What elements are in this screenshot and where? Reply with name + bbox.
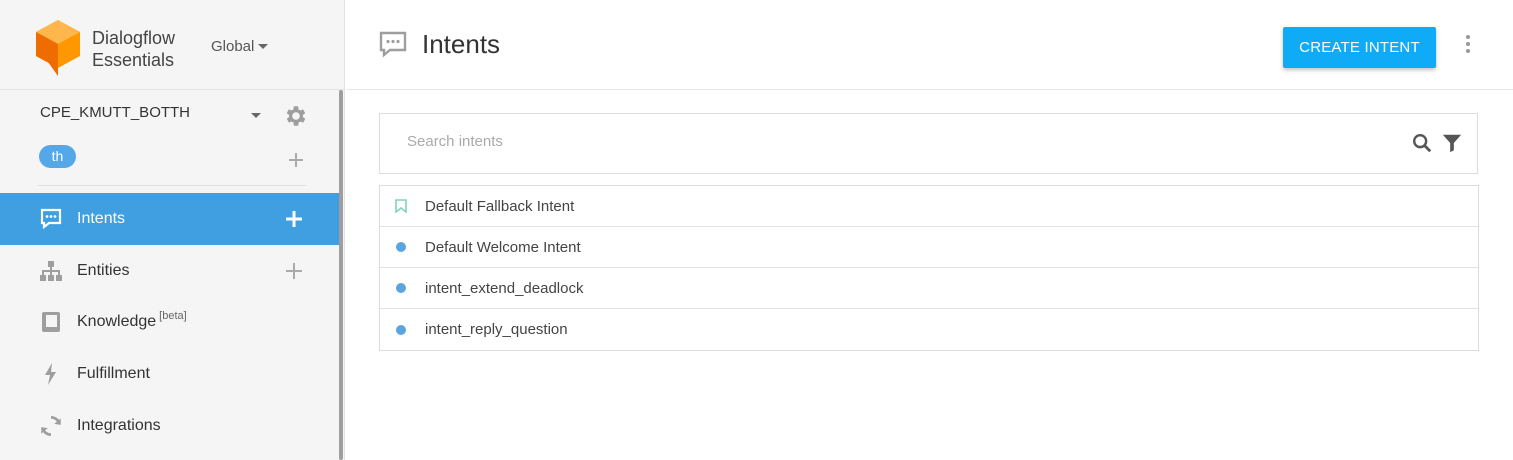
sync-icon: [38, 413, 64, 439]
book-icon: [38, 309, 64, 335]
sidebar-item-label: Knowledge: [77, 313, 157, 330]
beta-tag: [beta]: [159, 310, 187, 322]
chat-icon: [379, 31, 407, 58]
brand-name-line2: Essentials: [92, 50, 175, 70]
gear-icon[interactable]: [283, 103, 309, 129]
chat-icon: [38, 206, 64, 232]
search-input[interactable]: [407, 133, 1307, 150]
brand-header: Dialogflow Essentials Global: [0, 0, 344, 90]
sidebar-item-entities[interactable]: Entities: [0, 245, 339, 297]
sidebar-item-fulfillment[interactable]: Fulfillment: [0, 348, 339, 400]
intent-name[interactable]: Default Welcome Intent: [425, 239, 581, 256]
chevron-down-icon: [258, 44, 269, 49]
add-intent-plus-icon[interactable]: [284, 209, 304, 229]
sidebar-item-label: Entities: [77, 262, 130, 279]
language-badge[interactable]: th: [39, 145, 76, 168]
region-label: Global: [211, 38, 255, 55]
dialogflow-logo-icon[interactable]: [36, 20, 80, 76]
intent-name[interactable]: Default Fallback Intent: [425, 198, 574, 215]
intent-row[interactable]: Default Fallback Intent: [380, 186, 1478, 227]
intent-name[interactable]: intent_reply_question: [425, 321, 568, 338]
filter-icon[interactable]: [1441, 132, 1463, 154]
more-vert-icon[interactable]: [1463, 35, 1473, 55]
sidebar-item-integrations[interactable]: Integrations: [0, 400, 339, 452]
brand-name[interactable]: Dialogflow Essentials: [92, 27, 175, 71]
brand-name-line1: Dialogflow: [92, 28, 176, 48]
intent-row[interactable]: intent_reply_question: [380, 309, 1478, 350]
intent-dot-icon: [395, 323, 407, 337]
add-language-plus-icon[interactable]: [286, 150, 306, 170]
page-header: Intents CREATE INTENT: [346, 0, 1513, 90]
agent-name[interactable]: CPE_KMUTT_BOTTH: [40, 104, 190, 121]
hierarchy-icon: [38, 258, 64, 284]
sidebar: Dialogflow Essentials Global CPE_KMUTT_B…: [0, 0, 345, 460]
lightning-icon: [38, 361, 64, 387]
region-selector[interactable]: Global: [211, 38, 269, 55]
intent-row[interactable]: intent_extend_deadlock: [380, 268, 1478, 309]
intent-row[interactable]: Default Welcome Intent: [380, 227, 1478, 268]
sidebar-item-label: Intents: [77, 210, 126, 227]
create-intent-button[interactable]: CREATE INTENT: [1283, 27, 1436, 68]
knowledge-label-group: Knowledge [beta]: [77, 310, 187, 331]
intent-dot-icon: [395, 240, 407, 254]
intent-name[interactable]: intent_extend_deadlock: [425, 280, 583, 297]
intent-list: Default Fallback Intent Default Welcome …: [379, 185, 1479, 351]
add-entity-plus-icon[interactable]: [284, 261, 304, 281]
intent-dot-icon: [395, 281, 407, 295]
sidebar-item-intents[interactable]: Intents: [0, 193, 339, 245]
agent-dropdown-chevron-icon[interactable]: [251, 113, 261, 118]
sidebar-divider: [38, 185, 306, 186]
page-title: Intents: [422, 29, 501, 59]
bookmark-icon: [395, 199, 407, 213]
sidebar-item-label: Integrations: [77, 417, 161, 434]
search-bar: [379, 113, 1478, 174]
search-icon[interactable]: [1411, 132, 1433, 154]
sidebar-scrollbar[interactable]: [339, 90, 343, 460]
sidebar-item-label: Fulfillment: [77, 365, 150, 382]
sidebar-item-knowledge[interactable]: Knowledge [beta]: [0, 296, 339, 348]
